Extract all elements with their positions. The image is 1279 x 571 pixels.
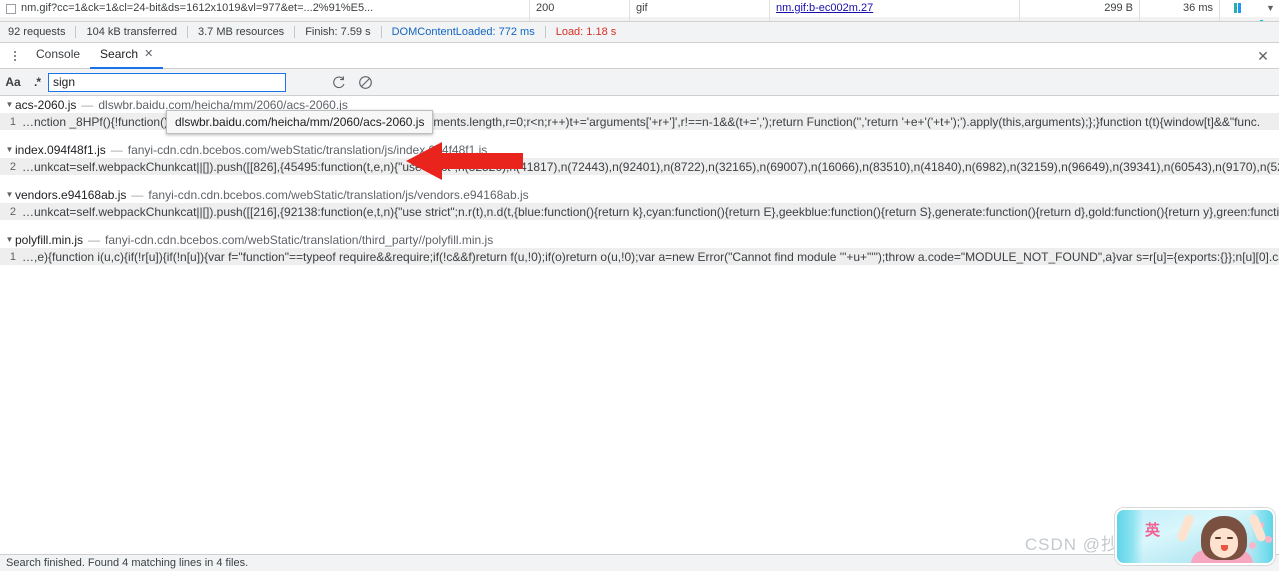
finish-time: Finish: 7.59 s — [305, 26, 371, 38]
result-file-header[interactable]: ▼ vendors.e94168ab.js — fanyi-cdn.cdn.bc… — [0, 186, 1279, 203]
result-file-name: acs-2060.js — [15, 97, 77, 112]
load-time: Load: 1.18 s — [555, 26, 617, 38]
tab-search-label: Search — [100, 47, 139, 61]
tab-search[interactable]: Search ✕ — [90, 43, 164, 69]
result-code-snippet: …,e){function i(u,c){if(!r[u]){if(!n[u])… — [22, 249, 1279, 264]
request-name-text: nm.gif?cc=1&ck=1&cl=24-bit&ds=1612x1019&… — [21, 2, 374, 14]
result-file-url: fanyi-cdn.cdn.bcebos.com/webStatic/trans… — [105, 232, 494, 247]
network-summary-bar: 92 requests 104 kB transferred 3.7 MB re… — [0, 22, 1279, 43]
result-match-line[interactable]: 2 …unkcat=self.webpackChunkcat||[]).push… — [0, 158, 1279, 175]
expand-triangle-icon[interactable]: ▼ — [4, 231, 15, 248]
url-tooltip: dlswbr.baidu.com/heicha/mm/2060/acs-2060… — [166, 110, 434, 134]
requests-count: 92 requests — [8, 26, 66, 38]
result-match-line[interactable]: 1 …,e){function i(u,c){if(!r[u]){if(!n[u… — [0, 248, 1279, 265]
expand-triangle-icon[interactable]: ▼ — [4, 141, 15, 158]
result-file-name: index.094f48f1.js — [15, 142, 106, 157]
request-size-cell: 299 B — [1020, 0, 1140, 17]
result-file-name: vendors.e94168ab.js — [15, 187, 127, 202]
request-status-cell: 200 — [530, 0, 630, 17]
avatar: 英 — [1115, 508, 1275, 565]
avatar-badge-text: 英 — [1145, 522, 1161, 539]
devtools-window: nm.gif?cc=1&ck=1&cl=24-bit&ds=1612x1019&… — [0, 0, 1279, 571]
refresh-icon[interactable] — [328, 72, 348, 92]
dom-content-loaded-time: DOMContentLoaded: 772 ms — [391, 26, 535, 38]
red-left-arrow-annotation — [406, 140, 524, 185]
search-input[interactable] — [48, 72, 286, 92]
separator-dash: — — [131, 187, 144, 202]
separator-dash: — — [110, 142, 123, 157]
group-spacer — [0, 220, 1279, 231]
avatar-curtain-left — [1117, 510, 1143, 563]
result-file-name: polyfill.min.js — [15, 232, 84, 247]
search-results-list[interactable]: ▼ acs-2060.js — dlswbr.baidu.com/heicha/… — [0, 96, 1279, 554]
result-line-number: 2 — [9, 205, 16, 218]
avatar-skin — [1210, 528, 1238, 558]
result-code-snippet: …unkcat=self.webpackChunkcat||[]).push([… — [22, 159, 1279, 174]
separator-dash: — — [81, 97, 94, 112]
waterfall-bar-blue — [1238, 3, 1241, 13]
request-type-cell: gif — [630, 0, 770, 17]
avatar-flower-icon — [1249, 542, 1256, 549]
initiator-link[interactable]: nm.gif:b-ec002m.27 — [776, 2, 873, 14]
clear-icon[interactable] — [355, 72, 375, 92]
transferred-size: 104 kB transferred — [86, 26, 177, 38]
search-status-text: Search finished. Found 4 matching lines … — [6, 557, 249, 569]
tab-console[interactable]: Console — [26, 43, 90, 69]
expand-triangle-icon[interactable]: ▼ — [4, 186, 15, 203]
avatar-eye-right — [1227, 537, 1233, 539]
match-case-toggle[interactable]: Aa — [0, 75, 26, 89]
search-toolbar: Aa .* — [0, 69, 1279, 96]
result-group: ▼ vendors.e94168ab.js — fanyi-cdn.cdn.bc… — [0, 186, 1279, 231]
result-line-number: 2 — [9, 160, 16, 173]
more-options-kebab-icon[interactable] — [4, 43, 26, 69]
result-file-header[interactable]: ▼ index.094f48f1.js — fanyi-cdn.cdn.bceb… — [0, 141, 1279, 158]
regex-toggle[interactable]: .* — [26, 75, 48, 89]
result-match-line[interactable]: 2 …unkcat=self.webpackChunkcat||[]).push… — [0, 203, 1279, 220]
request-time-cell: 36 ms — [1140, 0, 1220, 17]
divider — [75, 26, 77, 38]
result-file-url: fanyi-cdn.cdn.bcebos.com/webStatic/trans… — [148, 187, 529, 202]
divider — [294, 26, 296, 38]
result-file-header[interactable]: ▼ polyfill.min.js — fanyi-cdn.cdn.bcebos… — [0, 231, 1279, 248]
network-request-table[interactable]: nm.gif?cc=1&ck=1&cl=24-bit&ds=1612x1019&… — [0, 0, 1279, 22]
avatar-arm-left — [1176, 513, 1195, 543]
waterfall-bar-teal — [1234, 3, 1237, 13]
group-spacer — [0, 175, 1279, 186]
avatar-eye-left — [1215, 537, 1221, 539]
close-drawer-icon[interactable]: ✕ — [1255, 48, 1271, 64]
expand-triangle-icon[interactable]: ▼ — [4, 96, 15, 113]
divider — [544, 26, 546, 38]
tab-console-label: Console — [36, 47, 81, 61]
search-status-bar: Search finished. Found 4 matching lines … — [0, 554, 1279, 571]
drawer-tab-bar: Console Search ✕ ✕ — [0, 43, 1279, 69]
row-checkbox[interactable] — [6, 3, 16, 14]
result-line-number: 1 — [9, 250, 16, 263]
close-tab-icon[interactable]: ✕ — [144, 49, 153, 60]
divider — [380, 26, 382, 38]
avatar-flower-icon — [1265, 536, 1272, 543]
divider — [186, 26, 188, 38]
result-group: ▼ index.094f48f1.js — fanyi-cdn.cdn.bceb… — [0, 141, 1279, 186]
scroll-down-icon[interactable]: ▼ — [1264, 1, 1277, 16]
resources-size: 3.7 MB resources — [197, 26, 285, 38]
table-row[interactable]: nm.gif?cc=1&ck=1&cl=24-bit&ds=1612x1019&… — [0, 0, 1279, 17]
separator-dash: — — [88, 232, 101, 247]
request-initiator-cell: nm.gif:b-ec002m.27 — [770, 0, 1020, 17]
avatar-face — [1201, 516, 1247, 563]
result-line-number: 1 — [9, 115, 16, 128]
result-code-snippet: …unkcat=self.webpackChunkcat||[]).push([… — [22, 204, 1279, 219]
request-name-cell: nm.gif?cc=1&ck=1&cl=24-bit&ds=1612x1019&… — [0, 0, 530, 17]
result-group: ▼ polyfill.min.js — fanyi-cdn.cdn.bcebos… — [0, 231, 1279, 265]
